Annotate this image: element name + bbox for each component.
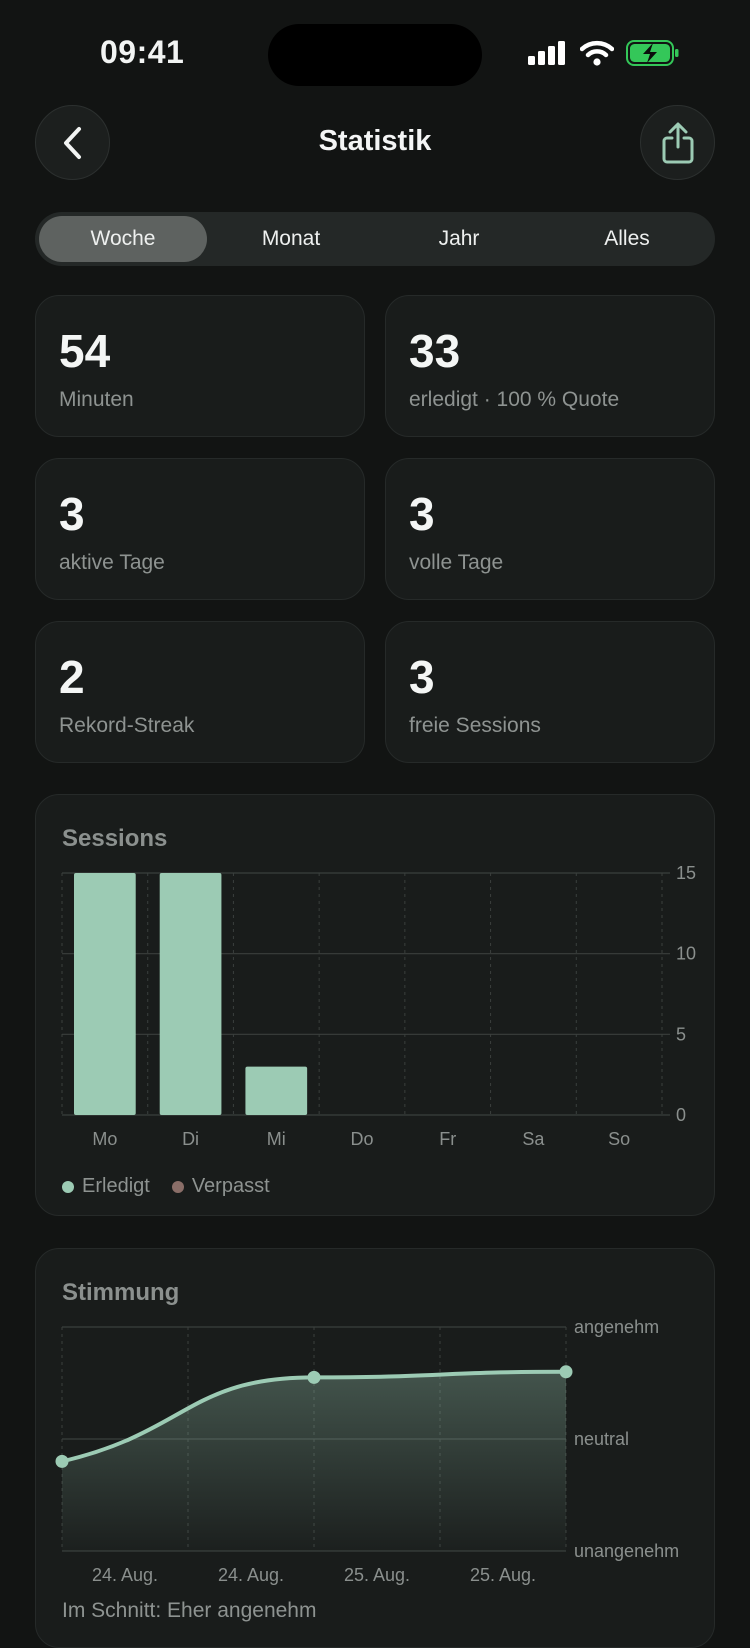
stat-label: freie Sessions xyxy=(409,714,541,737)
period-segmented-control: Woche Monat Jahr Alles xyxy=(35,212,715,266)
stat-card-minutes: 54 Minuten xyxy=(35,295,365,437)
sessions-chart-card: Sessions 0 5 10 15 Mo Di Mi Do Fr Sa So Erledigt V… xyxy=(35,794,715,1216)
stat-value: 33 xyxy=(409,325,461,377)
dynamic-island xyxy=(268,24,482,86)
tab-all[interactable]: Alles xyxy=(543,216,711,262)
status-bar: 09:41 xyxy=(0,0,750,100)
legend-label: Verpasst xyxy=(191,1175,270,1197)
battery-charging-icon xyxy=(626,40,679,66)
stat-value: 3 xyxy=(59,488,85,540)
stat-label: Rekord-Streak xyxy=(59,714,195,737)
x-tick-label: Di xyxy=(182,1129,199,1149)
bar-di xyxy=(159,873,222,1115)
mood-summary: Im Schnitt: Eher angenehm xyxy=(62,1599,317,1622)
mood-point xyxy=(559,1365,573,1379)
stat-label: Minuten xyxy=(59,388,134,411)
mood-line-chart: unangenehm neutral angenehm 24. Aug. 24. Aug… xyxy=(55,1317,679,1585)
tab-year[interactable]: Jahr xyxy=(375,216,543,262)
y-tick-label: 10 xyxy=(676,944,696,964)
y-tick-label: 5 xyxy=(676,1024,686,1044)
legend-dot-missed xyxy=(171,1180,184,1193)
x-tick-label: 25. Aug. xyxy=(470,1565,536,1585)
y-tick-label: 15 xyxy=(676,863,696,883)
bar-mi xyxy=(245,1066,308,1115)
x-tick-label: Mo xyxy=(92,1129,117,1149)
legend-label: Erledigt xyxy=(82,1175,150,1197)
x-tick-label: 24. Aug. xyxy=(218,1565,284,1585)
stat-label: aktive Tage xyxy=(59,551,165,574)
sessions-legend: Erledigt Verpasst xyxy=(62,1175,270,1198)
y-level-label: neutral xyxy=(574,1429,629,1449)
stat-card-active-days: 3 aktive Tage xyxy=(35,458,365,600)
stat-value: 2 xyxy=(59,651,85,703)
x-tick-label: 24. Aug. xyxy=(92,1565,158,1585)
legend-item-completed: Erledigt xyxy=(62,1175,150,1198)
wifi-icon xyxy=(580,40,614,66)
tab-month[interactable]: Monat xyxy=(207,216,375,262)
stat-card-record-streak: 2 Rekord-Streak xyxy=(35,621,365,763)
navigation-bar: Statistik xyxy=(0,105,750,185)
legend-item-missed: Verpasst xyxy=(171,1175,270,1198)
stat-label: erledigt · 100 % Quote xyxy=(409,388,620,411)
page-title: Statistik xyxy=(318,125,432,157)
stat-card-completed: 33 erledigt · 100 % Quote xyxy=(385,295,715,437)
stat-card-free-sessions: 3 freie Sessions xyxy=(385,621,715,763)
stat-value: 3 xyxy=(409,651,435,703)
share-icon xyxy=(662,122,693,163)
y-level-label: angenehm xyxy=(574,1317,659,1337)
share-button[interactable] xyxy=(640,105,715,180)
mood-point xyxy=(55,1454,69,1468)
x-tick-label: Sa xyxy=(522,1129,545,1149)
x-tick-label: 25. Aug. xyxy=(344,1565,410,1585)
cellular-signal-icon xyxy=(528,41,565,65)
bar-mo xyxy=(74,873,136,1115)
sessions-bar-chart: 0 5 10 15 Mo Di Mi Do Fr Sa So xyxy=(61,863,696,1149)
mood-area xyxy=(62,1371,566,1551)
x-tick-label: Fr xyxy=(439,1129,456,1149)
status-time: 09:41 xyxy=(100,34,185,70)
x-tick-label: So xyxy=(608,1129,630,1149)
mood-point xyxy=(307,1370,321,1384)
stat-label: volle Tage xyxy=(409,551,504,574)
mood-chart-card: Stimmung unangenehm neutral angenehm 24. Au… xyxy=(35,1248,715,1648)
stat-value: 54 xyxy=(59,325,111,377)
x-tick-label: Mi xyxy=(267,1129,286,1149)
stat-value: 3 xyxy=(409,488,435,540)
y-tick-label: 0 xyxy=(676,1105,686,1125)
tab-week[interactable]: Woche xyxy=(39,216,207,262)
y-level-label: unangenehm xyxy=(574,1541,679,1561)
stat-card-full-days: 3 volle Tage xyxy=(385,458,715,600)
x-tick-label: Do xyxy=(350,1129,373,1149)
status-icons xyxy=(528,40,680,66)
legend-dot-completed xyxy=(62,1180,74,1193)
